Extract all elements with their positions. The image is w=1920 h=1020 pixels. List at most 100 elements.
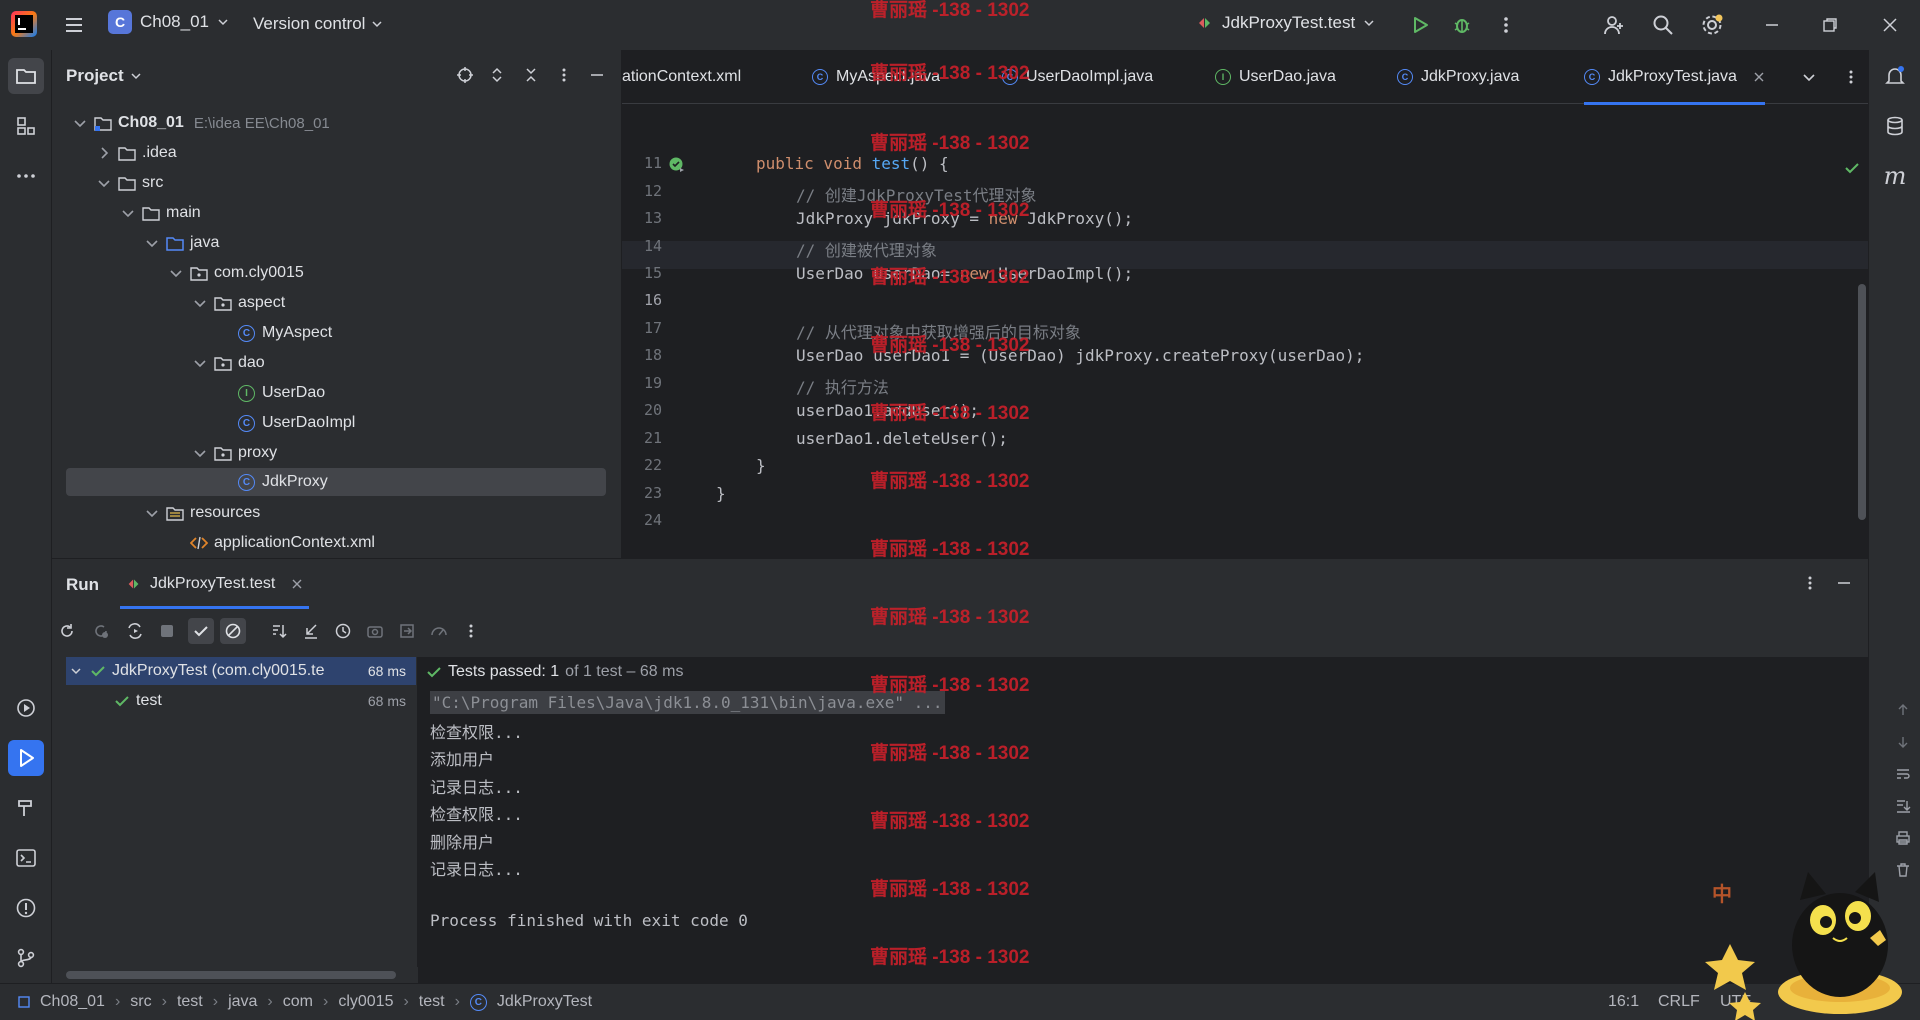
breadcrumb-item[interactable]: com bbox=[283, 993, 313, 1011]
notifications-bell-icon[interactable] bbox=[1877, 58, 1913, 94]
search-icon[interactable] bbox=[1647, 9, 1679, 41]
editor-options-icon[interactable] bbox=[1844, 50, 1858, 104]
tree-item-jdkproxy[interactable]: C JdkProxy bbox=[66, 468, 606, 496]
tree-item-resources[interactable]: resources bbox=[66, 499, 606, 527]
build-hammer-icon[interactable] bbox=[8, 790, 44, 826]
rerun-icon[interactable] bbox=[54, 618, 80, 644]
tab-list-dropdown[interactable] bbox=[1802, 50, 1816, 104]
editor-scrollbar[interactable] bbox=[1858, 284, 1866, 520]
run-console[interactable]: Tests passed: 1 of 1 test – 68 ms "C:\Pr… bbox=[418, 657, 1911, 984]
run-tab-jdkproxytest[interactable]: JdkProxyTest.test bbox=[120, 559, 310, 609]
tree-item-main[interactable]: main bbox=[66, 199, 606, 227]
tree-item-myaspect[interactable]: C MyAspect bbox=[66, 319, 606, 347]
debug-icon[interactable] bbox=[1446, 9, 1478, 41]
run-window-options-icon[interactable] bbox=[1797, 570, 1823, 596]
tab-jdkproxy[interactable]: C JdkProxy.java bbox=[1397, 50, 1519, 104]
run-config-selector[interactable]: JdkProxyTest.test bbox=[1196, 13, 1375, 33]
tab-jdkproxytest[interactable]: C JdkProxyTest.java bbox=[1584, 50, 1765, 105]
run-tool-icon[interactable] bbox=[8, 740, 44, 776]
settings-gear-icon[interactable] bbox=[1696, 9, 1728, 41]
tree-item-project-root[interactable]: Ch08_01 E:\idea EE\Ch08_01 bbox=[66, 109, 606, 137]
folder-icon bbox=[118, 147, 136, 161]
close-tab-icon[interactable] bbox=[1753, 71, 1765, 83]
caret-position[interactable]: 16:1 bbox=[1608, 993, 1639, 1011]
options-icon[interactable] bbox=[551, 62, 577, 88]
restore-window-icon[interactable] bbox=[1814, 9, 1846, 41]
tree-item-userdaoimpl[interactable]: C UserDaoImpl bbox=[66, 409, 606, 437]
toggle-auto-test-icon[interactable] bbox=[122, 618, 148, 644]
stop-icon[interactable] bbox=[154, 618, 180, 644]
test-tree-scrollbar[interactable] bbox=[66, 971, 396, 979]
tree-item-userdao[interactable]: I UserDao bbox=[66, 379, 606, 407]
run-icon[interactable] bbox=[1404, 9, 1436, 41]
structure-tool-icon[interactable] bbox=[8, 108, 44, 144]
main-menu-icon[interactable] bbox=[58, 9, 90, 41]
more-actions-icon[interactable] bbox=[1490, 9, 1522, 41]
more-run-actions-icon[interactable] bbox=[458, 618, 484, 644]
problems-icon[interactable] bbox=[8, 890, 44, 926]
terminal-icon[interactable] bbox=[8, 840, 44, 876]
breadcrumb-item[interactable]: src bbox=[130, 993, 151, 1011]
expand-all-icon[interactable] bbox=[484, 62, 510, 88]
tree-item-java[interactable]: java bbox=[66, 229, 606, 257]
rerun-failed-icon[interactable] bbox=[88, 618, 114, 644]
collapse-all-icon[interactable] bbox=[518, 62, 544, 88]
scroll-to-end-icon[interactable] bbox=[1892, 795, 1914, 817]
tree-item-dao[interactable]: dao bbox=[66, 349, 606, 377]
intellij-logo-icon[interactable] bbox=[10, 10, 38, 38]
breadcrumb-item[interactable]: Ch08_01 bbox=[18, 993, 105, 1011]
sort-alphabetically-icon[interactable] bbox=[266, 618, 292, 644]
add-user-icon[interactable] bbox=[1598, 9, 1630, 41]
screenshot-icon[interactable] bbox=[362, 618, 388, 644]
coverage-icon[interactable] bbox=[426, 618, 452, 644]
breadcrumb-item[interactable]: test bbox=[419, 993, 445, 1011]
breadcrumb-item[interactable]: java bbox=[228, 993, 257, 1011]
breadcrumb-item[interactable]: cly0015 bbox=[338, 993, 393, 1011]
minimize-window-icon[interactable] bbox=[1756, 9, 1788, 41]
git-branch-icon[interactable] bbox=[8, 940, 44, 976]
breadcrumb-item[interactable]: C JdkProxyTest bbox=[469, 993, 592, 1011]
hide-run-window-icon[interactable] bbox=[1831, 570, 1857, 596]
close-window-icon[interactable] bbox=[1874, 9, 1906, 41]
test-history-icon[interactable] bbox=[330, 618, 356, 644]
scroll-down-icon[interactable] bbox=[1892, 731, 1914, 753]
tab-application-context[interactable]: ationContext.xml bbox=[622, 50, 741, 104]
tree-item-proxy[interactable]: proxy bbox=[66, 439, 606, 467]
code-line-19[interactable]: // 执行方法 bbox=[796, 374, 889, 398]
database-icon[interactable] bbox=[1877, 108, 1913, 144]
tree-label: JdkProxy bbox=[262, 473, 328, 490]
tree-item-src[interactable]: src bbox=[66, 169, 606, 197]
code-line-23[interactable]: } bbox=[716, 484, 726, 503]
test-suite-row[interactable]: JdkProxyTest (com.cly0015.te 68 ms bbox=[66, 657, 416, 685]
export-icon[interactable] bbox=[394, 618, 420, 644]
tree-item-aspect[interactable]: aspect bbox=[66, 289, 606, 317]
print-icon[interactable] bbox=[1892, 827, 1914, 849]
show-ignored-icon[interactable] bbox=[220, 618, 246, 644]
scroll-up-icon[interactable] bbox=[1892, 699, 1914, 721]
run-test-gutter-icon[interactable] bbox=[668, 156, 686, 174]
project-tool-icon[interactable] bbox=[8, 58, 44, 94]
soft-wrap-icon[interactable] bbox=[1892, 763, 1914, 785]
maven-icon[interactable]: m bbox=[1877, 158, 1913, 194]
close-tab-icon[interactable] bbox=[291, 578, 303, 590]
no-problems-check-icon[interactable] bbox=[1844, 160, 1860, 176]
tree-item-package[interactable]: com.cly0015 bbox=[66, 259, 606, 287]
breadcrumb-item[interactable]: test bbox=[177, 993, 203, 1011]
tree-item-appcontext-xml[interactable]: applicationContext.xml bbox=[66, 529, 606, 557]
hide-panel-icon[interactable] bbox=[584, 62, 610, 88]
tree-item-idea[interactable]: .idea bbox=[66, 139, 606, 167]
tab-userdao[interactable]: I UserDao.java bbox=[1215, 50, 1336, 104]
import-tests-icon[interactable] bbox=[298, 618, 324, 644]
code-line-14[interactable]: // 创建被代理对象 bbox=[796, 237, 937, 261]
more-tools-icon[interactable] bbox=[8, 158, 44, 194]
test-case-row[interactable]: test 68 ms bbox=[114, 687, 416, 715]
project-widget[interactable]: C Ch08_01 bbox=[108, 10, 229, 34]
project-panel-header[interactable]: Project bbox=[66, 66, 142, 86]
show-passed-icon[interactable] bbox=[188, 618, 214, 644]
code-line-21[interactable]: userDao1.deleteUser(); bbox=[796, 429, 1008, 448]
services-tool-icon[interactable] bbox=[8, 690, 44, 726]
version-control-widget[interactable]: Version control bbox=[253, 14, 383, 34]
code-line-22[interactable]: } bbox=[756, 456, 766, 475]
code-line-11[interactable]: public void test() { bbox=[756, 154, 949, 173]
locate-file-icon[interactable] bbox=[452, 62, 478, 88]
